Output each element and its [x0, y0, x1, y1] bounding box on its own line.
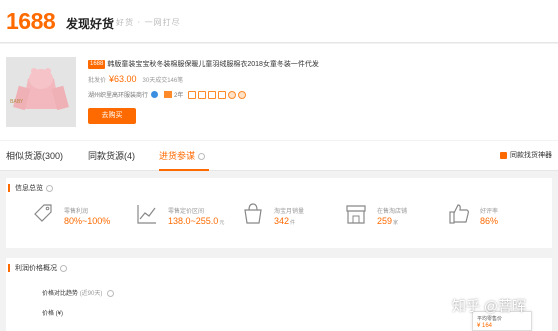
brand-slogan: 好货 · 一网打尽 [116, 18, 181, 27]
metric-unit: 元 [219, 220, 225, 226]
membership-years-icon [164, 91, 173, 98]
tab-purchase-advisor-label: 进货参谋 [159, 151, 196, 161]
find-same-link[interactable]: 同款找货神器 [500, 150, 552, 160]
verified-icon [151, 91, 159, 98]
shop-name[interactable]: 湖州织里高环服装商行 [88, 90, 148, 99]
price-axis-label: 价格 (¥) [42, 311, 64, 317]
help-icon[interactable] [60, 264, 67, 272]
active-tab-indicator [159, 169, 209, 171]
metric-value: 138.0~255.0 [168, 216, 219, 226]
info-overview-title: 信息总览 [15, 185, 43, 192]
service-icon [228, 90, 237, 99]
store-icon [346, 205, 366, 224]
section-marker [8, 264, 10, 272]
metric-value-wrap: 138.0~255.0元 [168, 216, 224, 226]
price-trend-period: (近90天) [79, 291, 103, 297]
service-icon [188, 90, 197, 99]
info-overview-header: 信息总览 [8, 183, 53, 193]
popup-value: ¥ 164 [477, 323, 493, 329]
site-logo[interactable]: 1688 [6, 8, 56, 35]
metric-label: 零售定价区间 [168, 209, 205, 215]
price-row: 批发价 ¥63.00 30天成交146笔 [88, 74, 183, 84]
trend-chart-icon [137, 205, 156, 224]
metric-label: 好评率 [480, 209, 499, 215]
help-icon[interactable] [46, 184, 53, 192]
service-icon [238, 90, 247, 99]
metric-value: 80%~100% [64, 216, 111, 226]
help-icon[interactable] [107, 289, 115, 297]
pink-jacket-image: BABY [6, 57, 76, 127]
thumbs-up-icon [449, 204, 469, 224]
help-icon[interactable] [198, 153, 206, 161]
price-overview-card: 利润价格概况 价格对比趋势 (近90天) 价格 (¥) [6, 258, 552, 331]
tab-bar: 相似货源(300) 同款货源(4) 进货参谋 同款找货神器 [0, 141, 558, 171]
price-tag-icon [34, 204, 52, 222]
shop-row: 湖州织里高环服装商行 2年 [88, 90, 248, 99]
service-icon [198, 90, 207, 99]
metric-value: 259 [377, 216, 393, 226]
shopping-bag-icon [244, 203, 262, 224]
price-label: 批发价 [88, 78, 107, 84]
metric-value: 86% [480, 216, 499, 226]
source-tag: 1688 [88, 59, 106, 69]
find-same-label: 同款找货神器 [510, 152, 552, 159]
service-icon [218, 90, 227, 99]
product-price: ¥63.00 [109, 74, 137, 84]
tab-similar-sources[interactable]: 相似货源(300) [6, 149, 63, 162]
info-overview-card: 信息总览 零售利润 80%~100% 零售定价区间 138.0~255.0元 淘… [6, 178, 552, 248]
find-same-icon [500, 151, 507, 159]
brand-name: 发现好货 [66, 17, 115, 31]
tab-purchase-advisor[interactable]: 进货参谋 [159, 149, 206, 162]
metric-value: 342 [274, 216, 290, 226]
price-trend-row: 价格对比趋势 (近90天) [42, 288, 115, 297]
product-image[interactable]: BABY [6, 57, 76, 127]
tab-same-sources[interactable]: 同款货源(4) [88, 149, 135, 162]
svg-text:BABY: BABY [10, 99, 24, 105]
buy-button[interactable]: 去购买 [88, 108, 136, 124]
metric-unit: 家 [393, 220, 399, 226]
zhihu-watermark: 知乎 @菩晖 [452, 298, 527, 314]
metric-value-wrap: 342件 [274, 216, 295, 226]
price-overview-title: 利润价格概况 [15, 265, 57, 272]
metric-value-wrap: 259家 [377, 216, 398, 226]
metric-label: 淘宝月销量 [274, 209, 305, 215]
metric-label: 在售淘店铺 [377, 209, 408, 215]
metric-label: 零售利润 [64, 209, 89, 215]
top-bar: 1688 发现好货 好货 · 一网打尽 [0, 0, 558, 43]
product-summary: BABY 1688 韩版童装宝宝秋冬装棉服保暖儿童羽绒服棉衣2018女童冬装一件… [0, 44, 558, 140]
sales-count: 30天成交146笔 [142, 78, 184, 84]
popup-label: 平均零售价 [477, 316, 503, 322]
metric-unit: 件 [290, 220, 296, 226]
price-overview-header: 利润价格概况 [8, 263, 67, 273]
product-title-row: 1688 韩版童装宝宝秋冬装棉服保暖儿童羽绒服棉衣2018女童冬装一件代发 [88, 59, 319, 69]
service-icon [208, 90, 217, 99]
section-marker [8, 184, 10, 192]
product-title[interactable]: 韩版童装宝宝秋冬装棉服保暖儿童羽绒服棉衣2018女童冬装一件代发 [107, 59, 319, 69]
membership-years: 2年 [174, 93, 184, 99]
price-trend-label: 价格对比趋势 [42, 291, 79, 297]
